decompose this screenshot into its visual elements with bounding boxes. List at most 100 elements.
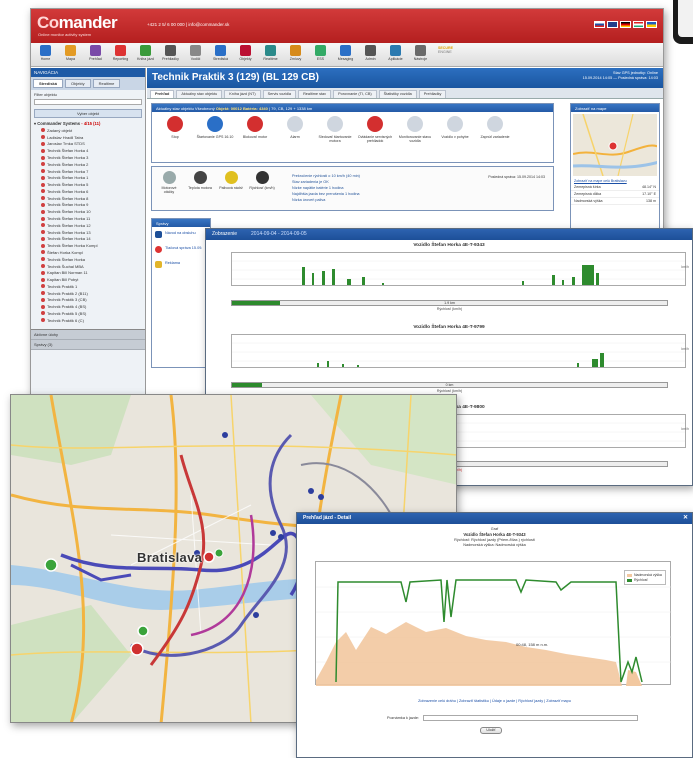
page-tab[interactable]: Aktuálny stav objektu xyxy=(176,90,223,98)
sidebar-tab-strediska[interactable]: Strediská xyxy=(33,79,64,88)
tree-item[interactable]: Technik Štefan Horka xyxy=(31,256,145,263)
flag-hu-icon[interactable] xyxy=(633,21,644,28)
tree-item[interactable]: Technik Štefan Horka 9 xyxy=(31,202,145,209)
toolbar-item-14[interactable]: Aplikácie xyxy=(384,43,407,66)
page-tab[interactable]: Porovnanie (TI, CB) xyxy=(333,90,377,98)
toolbar-item-3[interactable]: Reporting xyxy=(109,43,132,66)
vehicle-icon xyxy=(41,230,45,235)
tree-item[interactable]: Technik Štefan Horka 13 xyxy=(31,229,145,236)
flag-uk-icon[interactable] xyxy=(607,21,618,28)
page-tab[interactable]: Kniha jázd (NT) xyxy=(224,90,261,98)
news-item[interactable]: Tlačová správa 15.09. xyxy=(152,242,210,257)
control-button[interactable]: Blokovať motor xyxy=(236,116,274,143)
tree-item[interactable]: Technik Praktik 2 (B11) xyxy=(31,290,145,297)
control-button[interactable]: Zapnúť zariadenie xyxy=(476,116,514,143)
save-button[interactable]: Uložiť xyxy=(480,727,502,734)
event-item[interactable]: Nízka úroveň paliva xyxy=(292,197,360,203)
tree-item[interactable]: Jaroslav Trnka STDS xyxy=(31,141,145,148)
tree-item[interactable]: Technik Praktik 4 (BS) xyxy=(31,303,145,310)
toolbar-icon xyxy=(415,45,426,56)
toolbar-icon xyxy=(290,45,301,56)
vehicle-icon xyxy=(41,250,45,255)
footer-messages[interactable]: Správy (3) xyxy=(31,340,145,350)
note-input[interactable] xyxy=(423,715,639,721)
tree-item[interactable]: Technik Štefan Horka 4 xyxy=(31,147,145,154)
tree-item[interactable]: Technik Štefan Horka 10 xyxy=(31,208,145,215)
tree-item[interactable]: Štefan Horka Kompl xyxy=(31,249,145,256)
app-logo[interactable]: Comander xyxy=(37,13,118,33)
tree-item[interactable]: Kapitan Bill Pobyt xyxy=(31,276,145,283)
toolbar-item-5[interactable]: Prehliadky xyxy=(159,43,182,66)
control-button[interactable]: Alarm xyxy=(276,116,314,143)
flag-sk-icon[interactable] xyxy=(594,21,605,28)
toolbar-item-6[interactable]: Vodiči xyxy=(184,43,207,66)
control-button[interactable]: Ovládanie servisných prehliadok xyxy=(356,116,394,143)
toolbar-item-8[interactable]: Objekty xyxy=(234,43,257,66)
page-tab[interactable]: Prehľad xyxy=(150,90,175,98)
page-tab[interactable]: Štatistiky vozidla xyxy=(378,90,417,98)
object-select[interactable]: Vyber objekt xyxy=(34,109,142,118)
tree-item[interactable]: Technik Štefan Horka Kompl xyxy=(31,242,145,249)
toolbar-item-0[interactable]: Home xyxy=(34,43,57,66)
toolbar-item-13[interactable]: Admin xyxy=(359,43,382,66)
news-item[interactable]: Návod na obsluhu xyxy=(152,227,210,242)
detail-chart[interactable]: 00:48, 158 m n.m. Nadmorská výška Rýchlo… xyxy=(315,561,672,686)
tree-item[interactable]: Technik Štefan Horka 11 xyxy=(31,215,145,222)
tree-item[interactable]: Technik Štefan Horka 2 xyxy=(31,161,145,168)
tree-item[interactable]: Technik Štefan Horka 7 xyxy=(31,168,145,175)
control-button[interactable]: Stop xyxy=(156,116,194,143)
tree-item[interactable]: Ladislav Hradil Tatra xyxy=(31,134,145,141)
tree-item[interactable]: Technik Štefan Horka 12 xyxy=(31,222,145,229)
tree-item[interactable]: Technik Štefan Horka 3 xyxy=(31,154,145,161)
vehicle-icon xyxy=(41,128,45,133)
toolbar-item-2[interactable]: Prehľad xyxy=(84,43,107,66)
toolbar-item-11[interactable]: ESS xyxy=(309,43,332,66)
tree-root[interactable]: ▾ Commander Systems - 4/15 (11) xyxy=(31,120,145,127)
control-icon xyxy=(287,116,303,132)
control-panel-header: Aktuálny stav objektu Všeobecný Objekt: … xyxy=(152,104,553,112)
sidebar-tab-objekty[interactable]: Objekty xyxy=(65,79,91,88)
tree-item[interactable]: Technik Praktik 5 (BS) xyxy=(31,310,145,317)
tree-item[interactable]: Zadaný objekt xyxy=(31,127,145,134)
close-icon[interactable]: ✕ xyxy=(683,514,688,521)
flag-de-icon[interactable] xyxy=(620,21,631,28)
vehicle-icon xyxy=(41,135,45,140)
tree-item[interactable]: Technik Štefan Horka 6 xyxy=(31,188,145,195)
detail-links[interactable]: Zobrazenie celú dráhu | Zobraziť štatist… xyxy=(297,699,692,703)
control-button[interactable]: Sledovať štartovanie motora xyxy=(316,116,354,143)
tree-item[interactable]: Kapitan Bill Norman 11 xyxy=(31,269,145,276)
control-button[interactable]: Štartovanie GPS 16.10 xyxy=(196,116,234,143)
toolbar-icon xyxy=(165,45,176,56)
tree-item[interactable]: Technik Praktik 3 (CB) xyxy=(31,297,145,304)
page-tab[interactable]: Realtime stav xyxy=(298,90,332,98)
filter-input[interactable] xyxy=(34,99,142,105)
toolbar-item-9[interactable]: Realtime xyxy=(259,43,282,66)
toolbar-item-15[interactable]: Nástroje xyxy=(409,43,432,66)
news-item[interactable]: Reklama xyxy=(152,257,210,272)
sidebar-header: NAVIGÁCIA xyxy=(31,68,145,77)
page-tab[interactable]: Servis vozidla xyxy=(262,90,297,98)
toolbar-item-7[interactable]: Strediská xyxy=(209,43,232,66)
tree-item[interactable]: Technik Štefan Horka 8 xyxy=(31,195,145,202)
page-tab[interactable]: Prehliadky xyxy=(418,90,447,98)
tree-item[interactable]: Technik Štefan Horka 1 xyxy=(31,174,145,181)
tree-item[interactable]: Technik Štefan Horka 5 xyxy=(31,181,145,188)
sidebar-tab-realtime[interactable]: Realtime xyxy=(92,79,121,88)
toolbar-item-10[interactable]: Zmluvy xyxy=(284,43,307,66)
vehicle-icon xyxy=(41,155,45,160)
toolbar-item-4[interactable]: Kniha jázd xyxy=(134,43,157,66)
flag-ua-icon[interactable] xyxy=(646,21,657,28)
control-button[interactable]: Monitorovanie stavu vozidla xyxy=(396,116,434,143)
mini-map[interactable] xyxy=(573,114,657,176)
contact-info: +421 2 5/ 6 00 000 | info@commander.sk xyxy=(147,22,230,27)
speed-chart-1[interactable] xyxy=(231,252,686,286)
toolbar-item-1[interactable]: Mapa xyxy=(59,43,82,66)
tree-item[interactable]: Technik Štefan Horka 14 xyxy=(31,236,145,243)
footer-tasks[interactable]: Aktívne úlohy xyxy=(31,330,145,340)
toolbar-item-12[interactable]: Mesaging xyxy=(334,43,357,66)
tree-item[interactable]: Technik Šuchal MBA xyxy=(31,263,145,270)
tree-item[interactable]: Technik Praktik 6 (C) xyxy=(31,317,145,324)
control-button[interactable]: Vozidlo v pohybe xyxy=(436,116,474,143)
tree-item[interactable]: Technik Praktik 1 xyxy=(31,283,145,290)
speed-chart-2[interactable] xyxy=(231,334,686,368)
